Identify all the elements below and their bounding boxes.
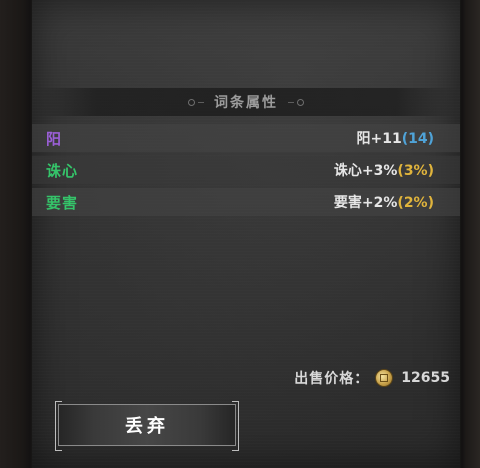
sell-price-label: 出售价格： [294,371,370,387]
attribute-row: 要害 要害+2%(2%) [32,188,460,216]
attribute-row: 诛心 诛心+3%(3%) [32,156,460,184]
attribute-name: 阳 [46,129,63,148]
affix-section-header: 词条属性 [32,88,460,116]
item-detail-panel [32,0,460,468]
sell-price: 出售价格： 12655 [294,368,450,388]
ornament-left-icon [185,98,204,106]
discard-button[interactable]: 丢弃 [55,401,239,451]
attribute-bonus: (3%) [397,163,434,179]
attribute-row: 阳 阳+11(14) [32,124,460,152]
attribute-value: 阳+11(14) [356,131,435,147]
discard-button-label: 丢弃 [125,416,169,437]
attribute-name: 诛心 [46,161,79,180]
coin-icon [375,369,394,387]
sell-price-amount: 12655 [401,370,450,386]
attribute-value: 诛心+3%(3%) [333,163,434,179]
attribute-value: 要害+2%(2%) [333,195,434,211]
attribute-name: 要害 [46,193,79,212]
section-title: 词条属性 [214,95,278,111]
attribute-bonus: (14) [401,131,434,147]
attribute-bonus: (2%) [397,195,434,211]
ornament-right-icon [288,98,307,106]
